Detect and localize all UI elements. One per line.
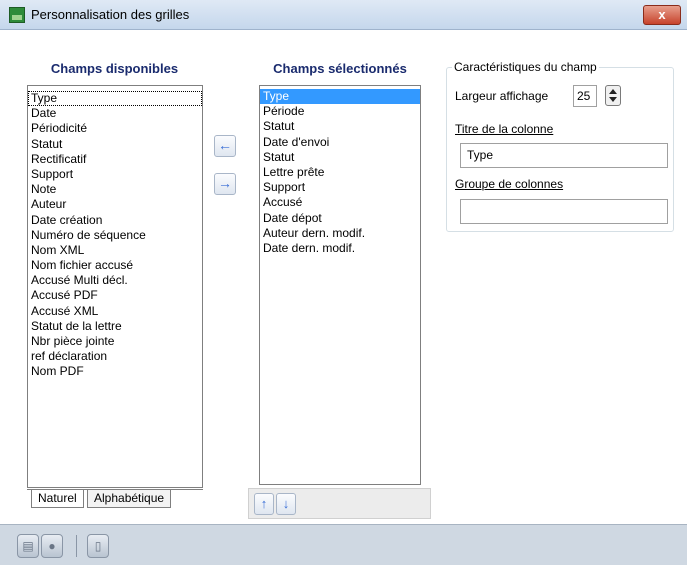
- list-item[interactable]: Lettre prête: [260, 165, 420, 180]
- title-bar: Personnalisation des grilles x: [0, 0, 687, 30]
- width-spinner[interactable]: [605, 85, 621, 106]
- list-item[interactable]: Accusé Multi décl.: [28, 273, 202, 288]
- list-item[interactable]: Auteur dern. modif.: [260, 226, 420, 241]
- close-button[interactable]: x: [643, 5, 681, 25]
- list-item[interactable]: Périodicité: [28, 121, 202, 136]
- move-down-button[interactable]: ↓: [276, 493, 296, 515]
- width-label: Largeur affichage: [455, 89, 549, 103]
- list-item[interactable]: Date: [28, 106, 202, 121]
- page-button[interactable]: ▯: [87, 534, 109, 558]
- list-item[interactable]: Type: [28, 91, 202, 107]
- list-item[interactable]: Statut: [260, 119, 420, 134]
- list-item[interactable]: Statut: [260, 150, 420, 165]
- order-toolbar: ↑ ↓: [248, 488, 431, 519]
- list-item[interactable]: Type: [260, 89, 420, 105]
- tab-alphabetique[interactable]: Alphabétique: [87, 490, 172, 508]
- list-item[interactable]: Rectificatif: [28, 152, 202, 167]
- list-item[interactable]: Statut de la lettre: [28, 319, 202, 334]
- list-item[interactable]: Période: [260, 104, 420, 119]
- available-fields-header: Champs disponibles: [50, 61, 179, 76]
- save-button[interactable]: ▤: [17, 534, 39, 558]
- arrow-up-icon: ↑: [260, 496, 268, 511]
- list-item[interactable]: Date dépot: [260, 211, 420, 226]
- arrow-right-icon: →: [218, 175, 232, 191]
- column-group-label: Groupe de colonnes: [455, 177, 564, 191]
- bottom-toolbar: ▤ ● ▯: [0, 524, 687, 565]
- field-properties-title: Caractéristiques du champ: [452, 60, 599, 74]
- column-group-input[interactable]: [460, 199, 668, 224]
- available-fields-list[interactable]: Type Date Périodicité Statut Rectificatif Sup…: [27, 85, 203, 488]
- list-item[interactable]: Nom fichier accusé: [28, 258, 202, 273]
- window-title: Personnalisation des grilles: [31, 7, 190, 22]
- list-item[interactable]: Accusé PDF: [28, 288, 202, 303]
- app-icon: [9, 7, 25, 23]
- list-item[interactable]: Auteur: [28, 197, 202, 212]
- move-right-button[interactable]: →: [214, 173, 236, 195]
- list-item[interactable]: Accusé XML: [28, 304, 202, 319]
- list-item[interactable]: Date dern. modif.: [260, 241, 420, 256]
- spin-down-icon: [609, 97, 617, 102]
- list-item[interactable]: Date création: [28, 213, 202, 228]
- list-item[interactable]: Note: [28, 182, 202, 197]
- list-item[interactable]: Nbr pièce jointe: [28, 334, 202, 349]
- column-title-input[interactable]: Type: [460, 143, 668, 168]
- list-item[interactable]: Accusé: [260, 195, 420, 210]
- arrow-down-icon: ↓: [282, 496, 290, 511]
- page-icon: ▯: [94, 539, 102, 553]
- list-item[interactable]: Support: [28, 167, 202, 182]
- width-input[interactable]: 25: [573, 85, 597, 107]
- disk-icon: ▤: [22, 539, 34, 553]
- list-item[interactable]: Nom XML: [28, 243, 202, 258]
- move-up-button[interactable]: ↑: [254, 493, 274, 515]
- sort-tabs: Naturel Alphabétique: [27, 489, 203, 517]
- arrow-left-icon: ←: [218, 137, 232, 153]
- list-item[interactable]: ref déclaration: [28, 349, 202, 364]
- move-left-button[interactable]: ←: [214, 135, 236, 157]
- toolbar-separator: [76, 535, 77, 557]
- stop-icon: ●: [48, 539, 56, 553]
- tab-naturel[interactable]: Naturel: [31, 490, 84, 508]
- list-item[interactable]: Support: [260, 180, 420, 195]
- selected-fields-list[interactable]: Type Période Statut Date d'envoi Statut Lettr…: [259, 85, 421, 485]
- list-item[interactable]: Date d'envoi: [260, 135, 420, 150]
- cancel-button[interactable]: ●: [41, 534, 63, 558]
- list-item[interactable]: Statut: [28, 137, 202, 152]
- column-title-label: Titre de la colonne: [455, 122, 554, 136]
- list-item[interactable]: Numéro de séquence: [28, 228, 202, 243]
- selected-fields-header: Champs sélectionnés: [273, 61, 407, 76]
- spin-up-icon: [609, 89, 617, 94]
- list-item[interactable]: Nom PDF: [28, 364, 202, 379]
